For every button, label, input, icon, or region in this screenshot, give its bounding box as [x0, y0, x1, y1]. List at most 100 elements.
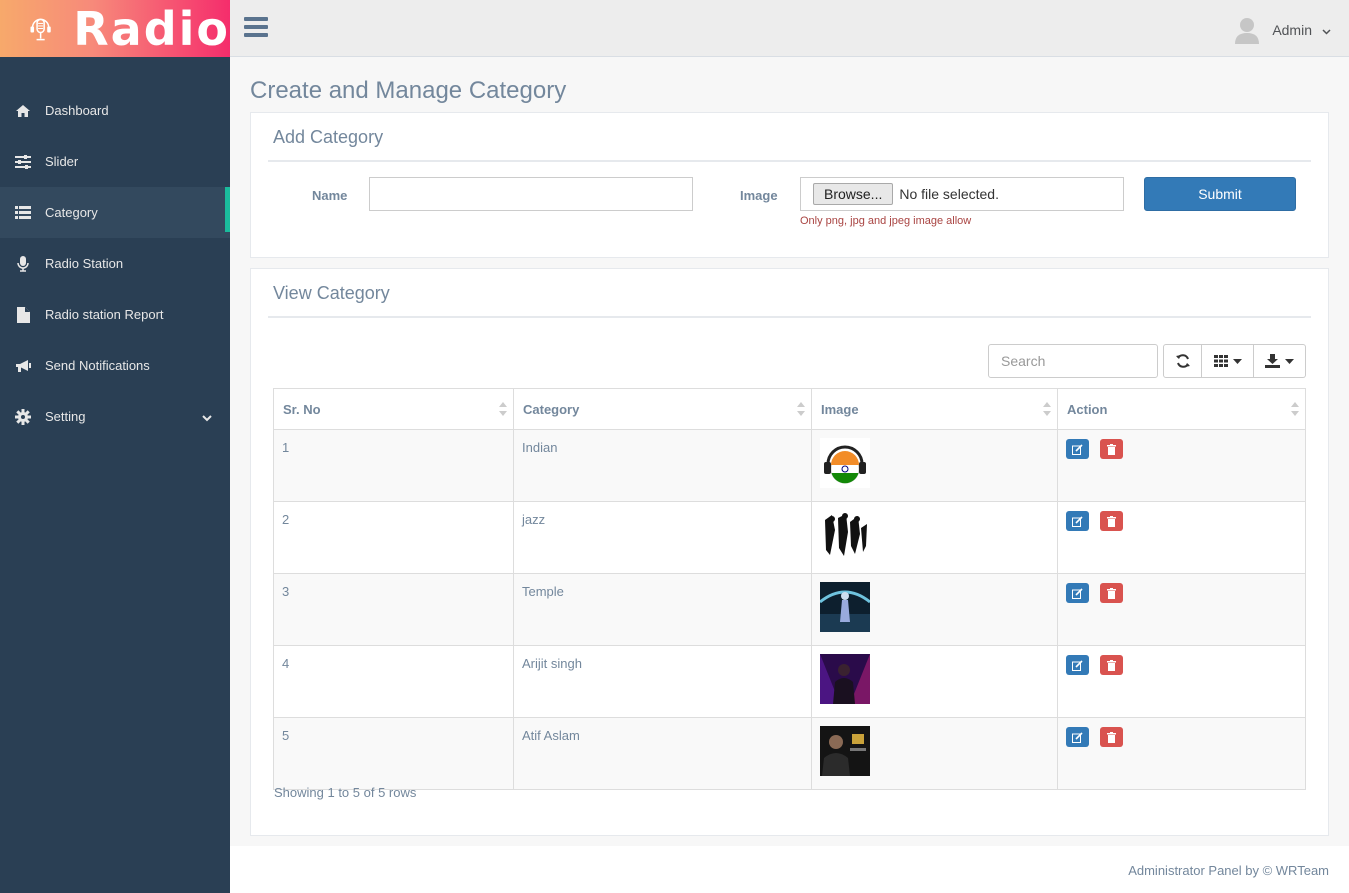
user-menu[interactable]: Admin: [1234, 16, 1331, 44]
cell-category: Temple: [513, 573, 812, 646]
sidebar-nav: Dashboard Slider Category Radio Station …: [0, 85, 230, 442]
sidebar-item-radio-station-report[interactable]: Radio station Report: [0, 289, 230, 340]
sliders-icon: [15, 154, 31, 170]
delete-button[interactable]: [1100, 655, 1123, 675]
columns-button[interactable]: [1202, 344, 1254, 378]
cell-action: [1057, 573, 1306, 646]
gear-icon: [15, 408, 31, 425]
cell-action: [1057, 717, 1306, 790]
avatar: [1235, 18, 1260, 44]
caret-down-icon: [1232, 358, 1242, 364]
cell-image: [811, 717, 1058, 790]
category-thumbnail[interactable]: [820, 726, 870, 776]
sidebar-item-dashboard[interactable]: Dashboard: [0, 85, 230, 136]
sidebar-item-slider[interactable]: Slider: [0, 136, 230, 187]
sidebar-item-label: Radio station Report: [45, 307, 164, 322]
edit-icon: [1072, 587, 1083, 599]
sidebar-item-label: Radio Station: [45, 256, 124, 271]
chevron-down-icon: [1322, 22, 1331, 38]
cell-sr-no: 5: [273, 717, 514, 790]
sort-icon: [1291, 402, 1299, 416]
export-button[interactable]: [1254, 344, 1306, 378]
table-toolbar: Search: [988, 344, 1306, 378]
edit-icon: [1072, 515, 1083, 527]
file-icon: [15, 306, 31, 323]
sort-icon: [499, 402, 507, 416]
sidebar-item-label: Send Notifications: [45, 358, 150, 373]
table-row: 1 Indian: [273, 429, 1306, 502]
category-thumbnail[interactable]: [820, 510, 870, 560]
edit-button[interactable]: [1066, 583, 1089, 603]
caret-down-icon: [1285, 358, 1294, 364]
table-row: 2 jazz: [273, 501, 1306, 574]
cell-action: [1057, 501, 1306, 574]
chevron-down-icon: [202, 410, 212, 425]
sidebar-item-category[interactable]: Category: [0, 187, 230, 238]
edit-icon: [1072, 731, 1083, 743]
microphone-icon: [15, 255, 31, 272]
download-icon: [1265, 354, 1280, 368]
edit-button[interactable]: [1066, 439, 1089, 459]
column-header-image[interactable]: Image: [811, 388, 1058, 430]
add-category-panel: Add Category Name Image Browse... No fil…: [250, 112, 1329, 258]
sidebar: Radio Dashboard Slider Category Radio St…: [0, 0, 230, 893]
delete-button[interactable]: [1100, 727, 1123, 747]
trash-icon: [1107, 731, 1116, 743]
table-row: 3 Temple: [273, 573, 1306, 646]
bullhorn-icon: [15, 358, 31, 374]
table-row: 5 Atif Aslam: [273, 717, 1306, 790]
edit-icon: [1072, 659, 1083, 671]
browse-button[interactable]: Browse...: [813, 183, 894, 205]
image-label: Image: [740, 188, 778, 203]
page-title: Create and Manage Category: [250, 77, 567, 104]
column-header-sr-no[interactable]: Sr. No: [273, 388, 514, 430]
edit-button[interactable]: [1066, 727, 1089, 747]
category-thumbnail[interactable]: [820, 654, 870, 704]
brand-logo[interactable]: Radio: [0, 0, 230, 57]
cell-category: Atif Aslam: [513, 717, 812, 790]
trash-icon: [1107, 443, 1116, 455]
cell-image: [811, 573, 1058, 646]
trash-icon: [1107, 587, 1116, 599]
cell-sr-no: 2: [273, 501, 514, 574]
delete-button[interactable]: [1100, 439, 1123, 459]
submit-button[interactable]: Submit: [1144, 177, 1296, 211]
cell-sr-no: 1: [273, 429, 514, 502]
file-status: No file selected.: [899, 186, 999, 202]
image-file-input[interactable]: Browse... No file selected.: [800, 177, 1124, 211]
panel-heading: Add Category: [268, 123, 1311, 162]
column-header-category[interactable]: Category: [513, 388, 812, 430]
category-thumbnail[interactable]: [819, 582, 871, 632]
edit-button[interactable]: [1066, 655, 1089, 675]
name-input[interactable]: [369, 177, 693, 211]
refresh-button[interactable]: [1163, 344, 1202, 378]
sidebar-item-label: Slider: [45, 154, 79, 169]
cell-image: [811, 429, 1058, 502]
search-input[interactable]: Search: [988, 344, 1158, 378]
grid-icon: [1213, 355, 1228, 367]
delete-button[interactable]: [1100, 511, 1123, 531]
image-hint: Only png, jpg and jpeg image allow: [800, 215, 972, 227]
edit-icon: [1072, 443, 1083, 455]
cell-image: [811, 645, 1058, 718]
menu-toggle-icon[interactable]: [244, 17, 268, 37]
sidebar-item-send-notifications[interactable]: Send Notifications: [0, 340, 230, 391]
main-content: Create and Manage Category Add Category …: [230, 57, 1349, 846]
delete-button[interactable]: [1100, 583, 1123, 603]
sort-icon: [797, 402, 805, 416]
category-thumbnail[interactable]: [820, 438, 870, 488]
brand-title: Radio: [73, 1, 230, 56]
sort-icon: [1043, 402, 1051, 416]
home-icon: [15, 103, 31, 119]
sidebar-item-radio-station[interactable]: Radio Station: [0, 238, 230, 289]
sidebar-item-label: Setting: [45, 409, 86, 424]
pagination-info: Showing 1 to 5 of 5 rows: [274, 785, 417, 800]
cell-category: Indian: [513, 429, 812, 502]
add-category-form: Name Image Browse... No file selected. O…: [268, 177, 1311, 237]
sidebar-item-setting[interactable]: Setting: [0, 391, 230, 442]
edit-button[interactable]: [1066, 511, 1089, 531]
trash-icon: [1107, 659, 1116, 671]
sidebar-item-label: Category: [45, 205, 98, 220]
cell-category: Arijit singh: [513, 645, 812, 718]
column-header-action[interactable]: Action: [1057, 388, 1306, 430]
